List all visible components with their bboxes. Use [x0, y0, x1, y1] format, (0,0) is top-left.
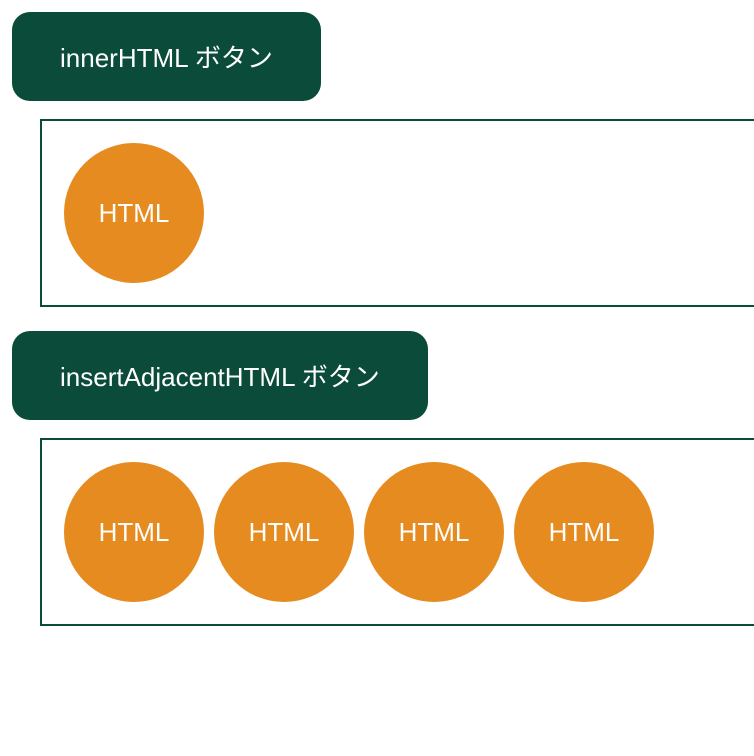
- insertadjacenthtml-button[interactable]: insertAdjacentHTML ボタン: [12, 331, 428, 420]
- innerhtml-button[interactable]: innerHTML ボタン: [12, 12, 321, 101]
- insertadjacent-section: insertAdjacentHTML ボタン HTML HTML HTML HT…: [12, 331, 754, 626]
- innerhtml-section: innerHTML ボタン HTML: [12, 12, 754, 307]
- html-circle: HTML: [364, 462, 504, 602]
- html-circle: HTML: [64, 462, 204, 602]
- html-circle: HTML: [214, 462, 354, 602]
- html-circle: HTML: [64, 143, 204, 283]
- html-circle: HTML: [514, 462, 654, 602]
- insertadjacent-output: HTML HTML HTML HTML: [40, 438, 754, 626]
- innerhtml-output: HTML: [40, 119, 754, 307]
